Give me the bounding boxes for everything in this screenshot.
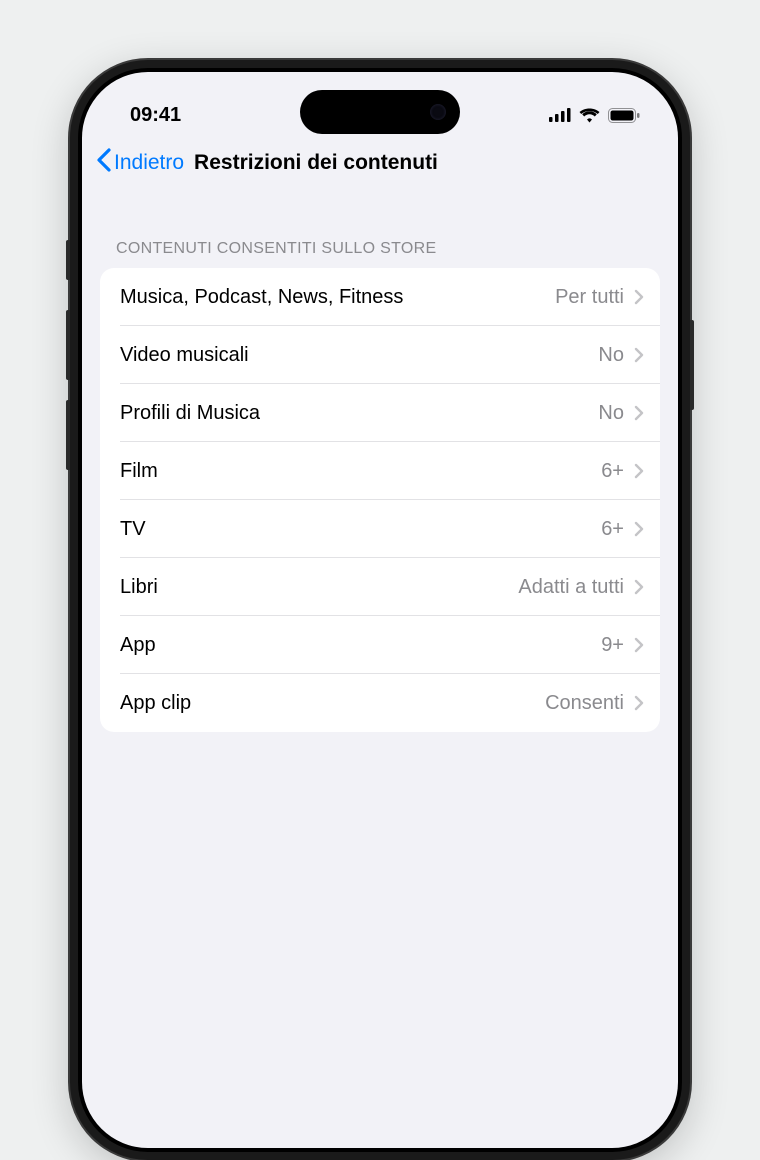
row-music-podcast-news-fitness[interactable]: Musica, Podcast, News, Fitness Per tutti — [100, 268, 660, 326]
row-value: 6+ — [601, 460, 624, 483]
phone-bezel: 09:41 — [78, 68, 682, 1152]
row-label: Musica, Podcast, News, Fitness — [120, 286, 403, 309]
row-value: Adatti a tutti — [518, 576, 624, 599]
settings-list: Musica, Podcast, News, Fitness Per tutti… — [100, 268, 660, 732]
section-header: CONTENUTI CONSENTITI SULLO STORE — [82, 190, 678, 268]
row-profili-di-musica[interactable]: Profili di Musica No — [100, 384, 660, 442]
front-camera — [430, 104, 446, 120]
row-label: App clip — [120, 692, 191, 715]
chevron-right-icon — [634, 521, 644, 537]
chevron-right-icon — [634, 637, 644, 653]
row-app[interactable]: App 9+ — [100, 616, 660, 674]
row-label: Video musicali — [120, 344, 249, 367]
page-title: Restrizioni dei contenuti — [194, 151, 438, 175]
row-label: App — [120, 634, 156, 657]
row-libri[interactable]: Libri Adatti a tutti — [100, 558, 660, 616]
row-value: Per tutti — [555, 286, 624, 309]
row-value: No — [598, 344, 624, 367]
chevron-right-icon — [634, 289, 644, 305]
row-value: 6+ — [601, 518, 624, 541]
volume-down-button — [66, 400, 70, 470]
nav-bar: Indietro Restrizioni dei contenuti — [82, 134, 678, 190]
status-icons — [549, 108, 640, 123]
back-button[interactable]: Indietro — [96, 148, 184, 178]
row-film[interactable]: Film 6+ — [100, 442, 660, 500]
chevron-right-icon — [634, 579, 644, 595]
status-time: 09:41 — [130, 104, 181, 127]
row-value: No — [598, 402, 624, 425]
chevron-right-icon — [634, 695, 644, 711]
row-label: Profili di Musica — [120, 402, 260, 425]
cellular-signal-icon — [549, 108, 571, 122]
dynamic-island — [300, 90, 460, 134]
phone-frame: 09:41 — [70, 60, 690, 1160]
row-tv[interactable]: TV 6+ — [100, 500, 660, 558]
row-label: TV — [120, 518, 146, 541]
chevron-right-icon — [634, 463, 644, 479]
row-value: 9+ — [601, 634, 624, 657]
row-label: Film — [120, 460, 158, 483]
wifi-icon — [579, 108, 600, 123]
chevron-left-icon — [96, 148, 112, 178]
back-label: Indietro — [114, 151, 184, 175]
screen: 09:41 — [82, 72, 678, 1148]
volume-up-button — [66, 310, 70, 380]
row-video-musicali[interactable]: Video musicali No — [100, 326, 660, 384]
chevron-right-icon — [634, 405, 644, 421]
row-app-clip[interactable]: App clip Consenti — [100, 674, 660, 732]
chevron-right-icon — [634, 347, 644, 363]
battery-icon — [608, 108, 640, 123]
row-label: Libri — [120, 576, 158, 599]
row-value: Consenti — [545, 692, 624, 715]
